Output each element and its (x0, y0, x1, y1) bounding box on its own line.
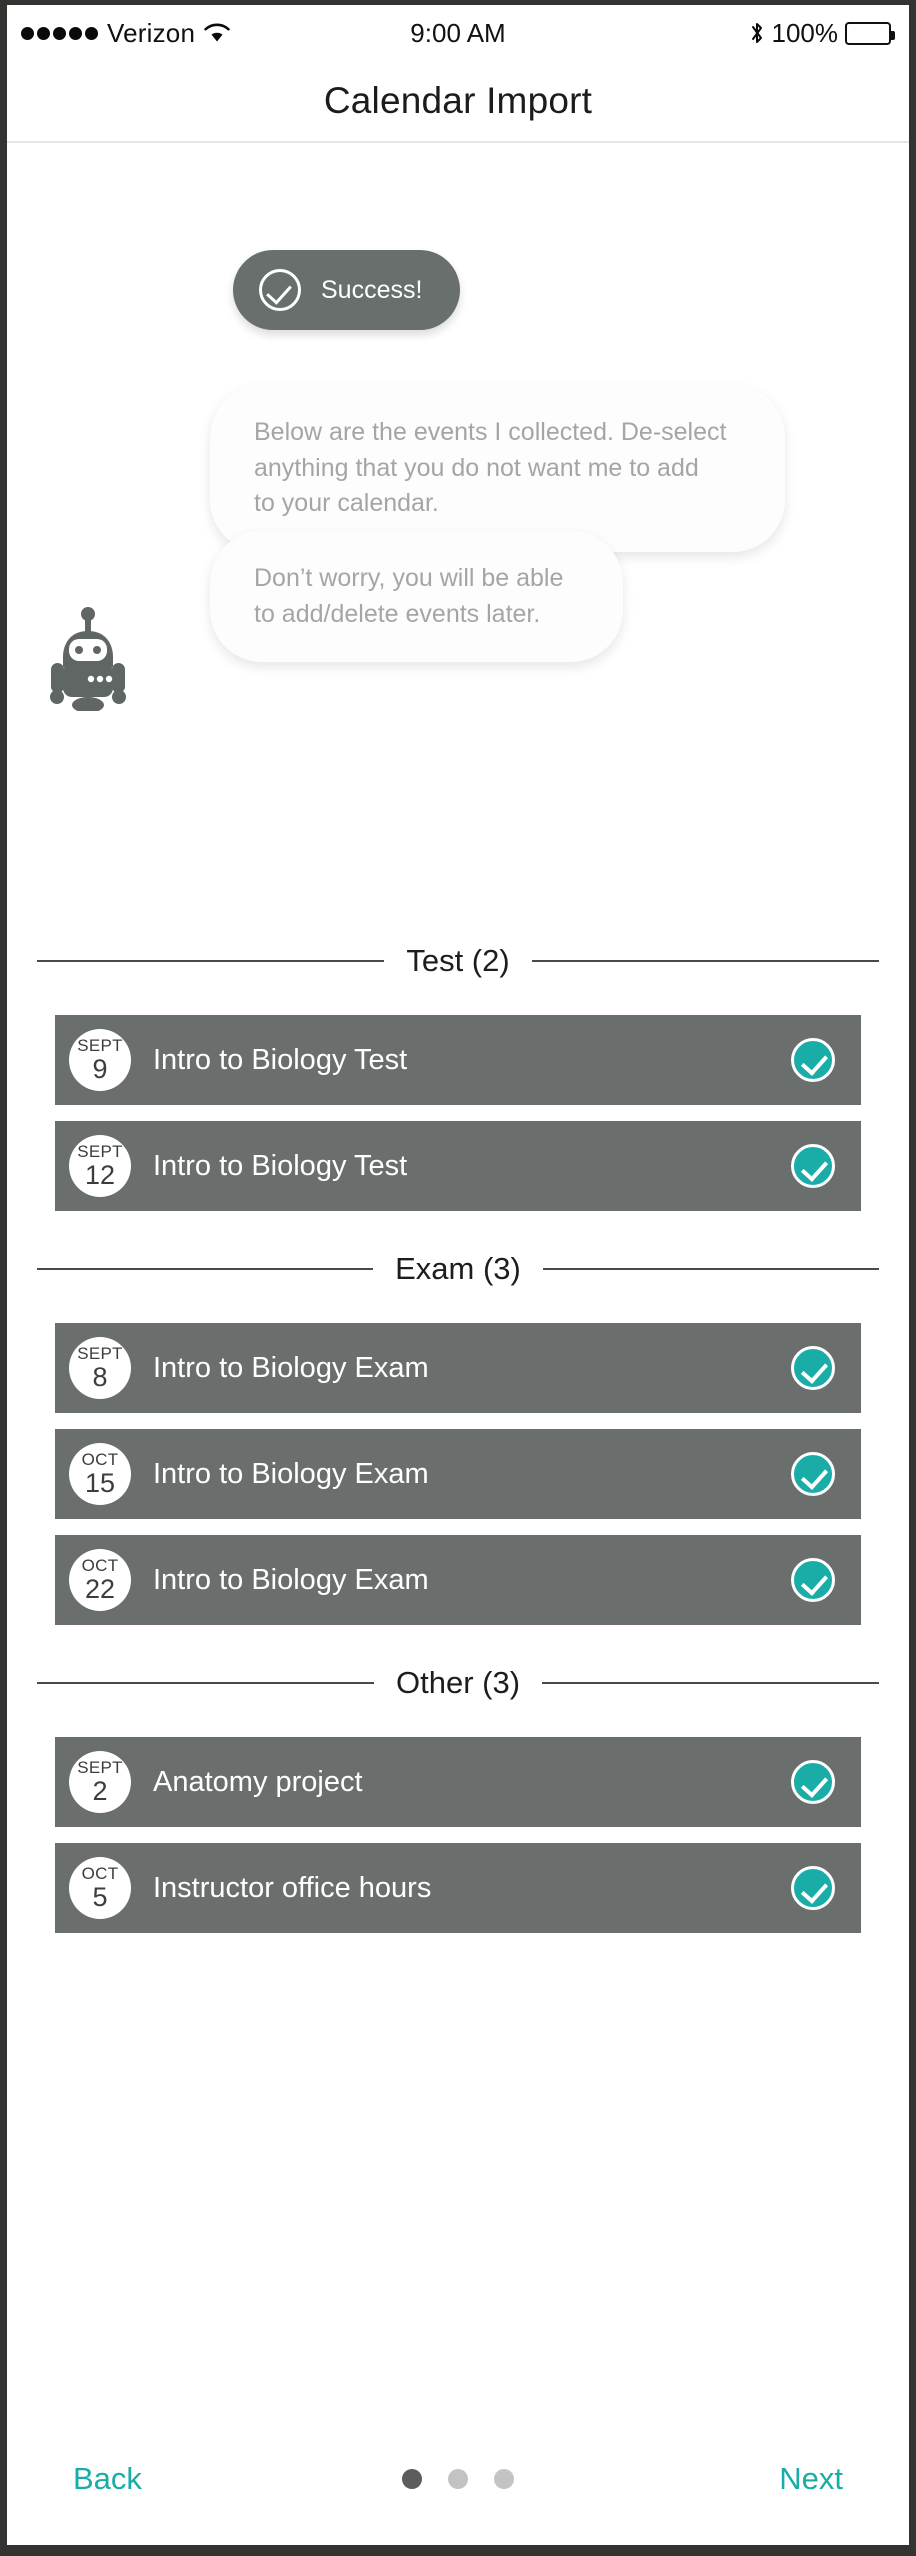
event-row[interactable]: SEPT 9 Intro to Biology Test (55, 1015, 861, 1105)
carrier-label: Verizon (107, 17, 196, 48)
footer-nav-bar: Back Next (7, 2413, 909, 2545)
event-select-checkmark-icon[interactable] (791, 1760, 835, 1804)
date-month: OCT (81, 1556, 119, 1575)
date-day: 22 (84, 1574, 116, 1604)
clock-label: 9:00 AM (410, 17, 506, 48)
event-title: Anatomy project (153, 1765, 363, 1798)
date-day: 15 (84, 1468, 116, 1498)
event-select-checkmark-icon[interactable] (791, 1558, 835, 1602)
page-dot-1[interactable] (402, 2469, 422, 2489)
section-test: Test (2) SEPT 9 Intro to Biology Test SE… (7, 937, 909, 1211)
page-title: Calendar Import (323, 80, 593, 121)
event-title: Intro to Biology Exam (153, 1351, 429, 1384)
section-label: Test (2) (406, 943, 510, 978)
date-badge: OCT 22 (69, 1549, 131, 1611)
event-row[interactable]: OCT 15 Intro to Biology Exam (55, 1429, 861, 1519)
section-header: Test (2) (37, 937, 880, 985)
page-dot-3[interactable] (494, 2469, 514, 2489)
section-divider-right (542, 1682, 879, 1684)
date-badge: SEPT 2 (69, 1751, 131, 1813)
date-day: 12 (84, 1160, 116, 1190)
date-day: 2 (92, 1776, 108, 1806)
status-badge: Success! (233, 250, 461, 330)
status-bar-left: Verizon (21, 18, 230, 49)
date-month: SEPT (77, 1758, 123, 1777)
robot-avatar-icon (49, 601, 127, 713)
phone-screen: Verizon 9:00 AM 100% Calendar Import Suc… (7, 5, 909, 2545)
section-label: Exam (3) (395, 1251, 521, 1286)
section-header: Exam (3) (37, 1245, 879, 1293)
event-title: Intro to Biology Test (153, 1043, 408, 1076)
event-row[interactable]: OCT 22 Intro to Biology Exam (55, 1535, 861, 1625)
event-title: Intro to Biology Exam (153, 1457, 429, 1490)
event-list: SEPT 2 Anatomy project OCT 5 Instructor … (7, 1737, 909, 1933)
date-badge: SEPT 12 (69, 1135, 131, 1197)
event-list: SEPT 9 Intro to Biology Test SEPT 12 Int… (7, 1015, 909, 1211)
date-month: SEPT (77, 1142, 123, 1161)
page-dot-2[interactable] (448, 2469, 468, 2489)
success-label: Success! (321, 275, 423, 304)
title-bar: Calendar Import (7, 61, 909, 143)
battery-percent-label: 100% (771, 17, 839, 48)
event-row[interactable]: OCT 5 Instructor office hours (55, 1843, 861, 1933)
section-divider-left (37, 1682, 374, 1684)
back-button[interactable]: Back (69, 2455, 146, 2503)
event-title: Intro to Biology Exam (153, 1563, 429, 1596)
next-button[interactable]: Next (775, 2455, 847, 2503)
event-select-checkmark-icon[interactable] (791, 1866, 835, 1910)
event-row[interactable]: SEPT 2 Anatomy project (55, 1737, 861, 1827)
date-badge: SEPT 9 (69, 1029, 131, 1091)
date-month: OCT (81, 1864, 119, 1883)
bluetooth-icon (749, 21, 765, 45)
check-circle-icon (259, 269, 301, 311)
section-divider-left (37, 1268, 374, 1270)
event-select-checkmark-icon[interactable] (791, 1452, 835, 1496)
assistant-message-bubble: Don’t worry, you will be able to add/del… (210, 531, 623, 662)
section-label: Other (3) (395, 1665, 521, 1700)
event-row[interactable]: SEPT 8 Intro to Biology Exam (55, 1323, 861, 1413)
event-select-checkmark-icon[interactable] (791, 1144, 835, 1188)
event-select-checkmark-icon[interactable] (791, 1038, 835, 1082)
status-bar: Verizon 9:00 AM 100% (7, 5, 909, 61)
section-divider-left (37, 960, 385, 962)
date-day: 8 (92, 1362, 108, 1392)
date-month: OCT (81, 1450, 119, 1469)
event-select-checkmark-icon[interactable] (791, 1346, 835, 1390)
wifi-icon (204, 23, 230, 43)
event-row[interactable]: SEPT 12 Intro to Biology Test (55, 1121, 861, 1211)
section-other: Other (3) SEPT 2 Anatomy project OCT 5 I… (7, 1659, 909, 1933)
date-month: SEPT (77, 1036, 123, 1055)
date-badge: SEPT 8 (69, 1337, 131, 1399)
battery-full-icon (845, 21, 895, 45)
event-title: Instructor office hours (153, 1871, 432, 1904)
section-exam: Exam (3) SEPT 8 Intro to Biology Exam OC… (7, 1245, 909, 1625)
status-bar-right: 100% (749, 17, 895, 49)
assistant-chat-area: Success! Below are the events I collecte… (7, 143, 909, 913)
date-badge: OCT 15 (69, 1443, 131, 1505)
date-day: 9 (92, 1054, 108, 1084)
signal-strength-icon (21, 26, 98, 40)
date-badge: OCT 5 (69, 1857, 131, 1919)
assistant-message-bubble: Below are the events I collected. De-sel… (210, 385, 785, 552)
date-month: SEPT (77, 1344, 123, 1363)
event-title: Intro to Biology Test (153, 1149, 408, 1182)
date-day: 5 (92, 1882, 108, 1912)
event-list: SEPT 8 Intro to Biology Exam OCT 15 Intr… (7, 1323, 909, 1625)
section-divider-right (531, 960, 880, 962)
device-frame: Verizon 9:00 AM 100% Calendar Import Suc… (0, 0, 916, 2556)
section-header: Other (3) (37, 1659, 879, 1707)
section-divider-right (542, 1268, 879, 1270)
